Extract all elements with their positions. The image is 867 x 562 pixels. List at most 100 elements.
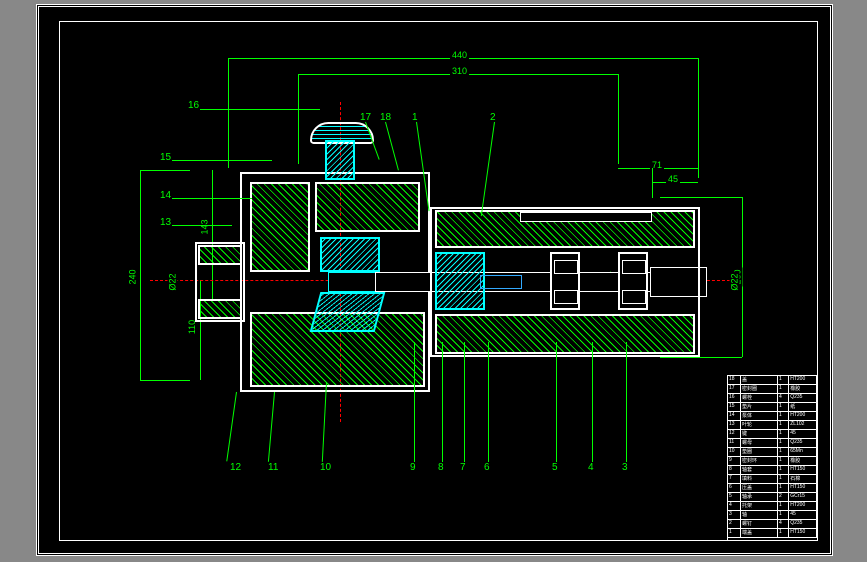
parts-list-row: 4托架1HT200 xyxy=(728,502,817,511)
callout-9: 9 xyxy=(410,462,416,473)
parts-cell: 密封圈 xyxy=(741,385,778,393)
parts-list-row: 18盖1HT200 xyxy=(728,376,817,385)
dim-310: 310 xyxy=(450,66,469,76)
parts-cell: 键 xyxy=(741,430,778,438)
leader xyxy=(488,342,489,462)
parts-cell: 1 xyxy=(778,484,789,492)
parts-cell: 3 xyxy=(728,511,741,519)
parts-cell: 石棉 xyxy=(789,475,817,483)
parts-cell: 15 xyxy=(728,403,741,411)
dim-440: 440 xyxy=(450,50,469,60)
callout-10: 10 xyxy=(320,462,331,473)
parts-cell: 1 xyxy=(778,448,789,456)
parts-cell: 螺钉 xyxy=(741,520,778,528)
parts-cell: HT150 xyxy=(789,484,817,492)
parts-list-row: 2螺钉4Q235 xyxy=(728,520,817,529)
parts-cell: 填料 xyxy=(741,475,778,483)
parts-cell: 4 xyxy=(778,520,789,528)
title-block: 18盖1HT20017密封圈1橡胶16螺栓4Q23515垫片1纸14泵体1HT2… xyxy=(727,375,817,540)
leader xyxy=(556,342,557,462)
casing-section-upper2 xyxy=(315,182,420,232)
parts-cell: 45 xyxy=(789,511,817,519)
inlet-flange-section-t xyxy=(198,245,242,265)
parts-list-row: 16螺栓4Q235 xyxy=(728,394,817,403)
parts-cell: 叶轮 xyxy=(741,421,778,429)
impeller-blade-lower xyxy=(310,292,386,332)
parts-cell: Q235 xyxy=(789,394,817,402)
parts-cell: 14 xyxy=(728,412,741,420)
parts-cell: HT200 xyxy=(789,376,817,384)
parts-cell: 1 xyxy=(778,475,789,483)
callout-15: 15 xyxy=(160,152,171,163)
parts-list-row: 12键145 xyxy=(728,430,817,439)
dim-phi22-r: Ø22 xyxy=(730,271,740,292)
impeller-blade-upper xyxy=(320,237,380,272)
leader xyxy=(172,225,232,226)
parts-cell: 1 xyxy=(778,529,789,537)
dim-phi22-l: Ø22 xyxy=(168,271,178,292)
parts-cell: GCr15 xyxy=(789,493,817,501)
dim-line-240 xyxy=(140,170,141,380)
parts-cell: 螺栓 xyxy=(741,394,778,402)
parts-list-row: 3轴145 xyxy=(728,511,817,520)
dim-ext xyxy=(298,74,299,164)
parts-cell: 4 xyxy=(778,394,789,402)
parts-cell: 11 xyxy=(728,439,741,447)
parts-cell: 1 xyxy=(778,385,789,393)
leader xyxy=(414,342,415,462)
parts-cell: 轴套 xyxy=(741,466,778,474)
parts-cell: 轴承 xyxy=(741,493,778,501)
pump-assembly-section: Ø22 xyxy=(180,152,720,412)
dim-ext xyxy=(618,74,619,164)
parts-list-row: 13叶轮1ZL102 xyxy=(728,421,817,430)
parts-cell: 密封环 xyxy=(741,457,778,465)
parts-list-row: 10垫圈165Mn xyxy=(728,448,817,457)
parts-cell: 2 xyxy=(728,520,741,528)
parts-cell: 6 xyxy=(728,484,741,492)
callout-4: 4 xyxy=(588,462,594,473)
parts-list-row: 1端盖1HT150 xyxy=(728,529,817,538)
parts-list-row: 8轴套1HT150 xyxy=(728,466,817,475)
callout-7: 7 xyxy=(460,462,466,473)
parts-cell: 1 xyxy=(778,439,789,447)
parts-cell: 轴 xyxy=(741,511,778,519)
parts-cell: 螺母 xyxy=(741,439,778,447)
callout-8: 8 xyxy=(438,462,444,473)
parts-cell: HT200 xyxy=(789,412,817,420)
parts-cell: 1 xyxy=(778,502,789,510)
parts-cell: 纸 xyxy=(789,403,817,411)
parts-cell: 1 xyxy=(778,412,789,420)
leader xyxy=(172,160,272,161)
callout-14: 14 xyxy=(160,190,171,201)
callout-13: 13 xyxy=(160,217,171,228)
leader xyxy=(442,342,443,462)
parts-cell: 8 xyxy=(728,466,741,474)
parts-cell: 1 xyxy=(778,421,789,429)
parts-cell: 1 xyxy=(778,457,789,465)
parts-cell: Q235 xyxy=(789,520,817,528)
impeller-hub xyxy=(328,272,380,292)
parts-cell: 17 xyxy=(728,385,741,393)
leader xyxy=(464,342,465,462)
callout-12: 12 xyxy=(230,462,241,473)
parts-cell: 1 xyxy=(778,430,789,438)
parts-cell: Q235 xyxy=(789,439,817,447)
bracket-section-bot xyxy=(435,314,695,354)
callout-11: 11 xyxy=(268,462,278,473)
cad-drawing-frame: 440 310 71 45 143 110 240 280 15k6 xyxy=(36,4,833,556)
bolt-top xyxy=(520,212,652,222)
callout-5: 5 xyxy=(552,462,558,473)
parts-cell: 12 xyxy=(728,430,741,438)
callout-3: 3 xyxy=(622,462,628,473)
parts-list-row: 11螺母1Q235 xyxy=(728,439,817,448)
parts-list-row: 14泵体1HT200 xyxy=(728,412,817,421)
parts-list-row: 9密封环1橡胶 xyxy=(728,457,817,466)
inlet-flange-section-b xyxy=(198,299,242,319)
parts-cell: 2 xyxy=(778,493,789,501)
parts-cell: 7 xyxy=(728,475,741,483)
parts-cell: 18 xyxy=(728,376,741,384)
parts-cell: 10 xyxy=(728,448,741,456)
parts-cell: 13 xyxy=(728,421,741,429)
parts-cell: ZL102 xyxy=(789,421,817,429)
leader xyxy=(592,342,593,462)
